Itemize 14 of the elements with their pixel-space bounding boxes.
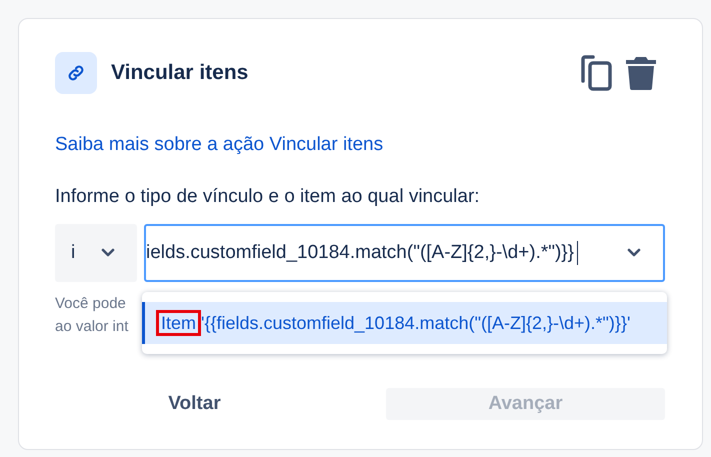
- chevron-down-icon[interactable]: [627, 248, 641, 258]
- dropdown-option[interactable]: Item '{{fields.customfield_10184.match("([A-Z]{2,}-\d+).*")}}': [142, 302, 667, 344]
- back-button[interactable]: Voltar: [55, 388, 334, 420]
- learn-more-link[interactable]: Saiba mais sobre a ação Vincular itens: [55, 134, 384, 156]
- field-label: Informe o tipo de vínculo e o item ao qual vincular:: [55, 186, 481, 208]
- item-field[interactable]: ields.customfield_10184.match("([A-Z]{2,}-\d+).*")}}: [144, 224, 665, 282]
- chevron-down-icon: [101, 248, 115, 258]
- copy-icon[interactable]: [581, 55, 613, 91]
- trash-icon[interactable]: [625, 56, 657, 90]
- helper-text: Você pode: [55, 294, 126, 314]
- link-type-select[interactable]: i: [55, 224, 137, 282]
- card-title: Vincular itens: [111, 61, 250, 85]
- helper-text: ao valor int: [55, 317, 128, 337]
- link-icon: [55, 52, 97, 94]
